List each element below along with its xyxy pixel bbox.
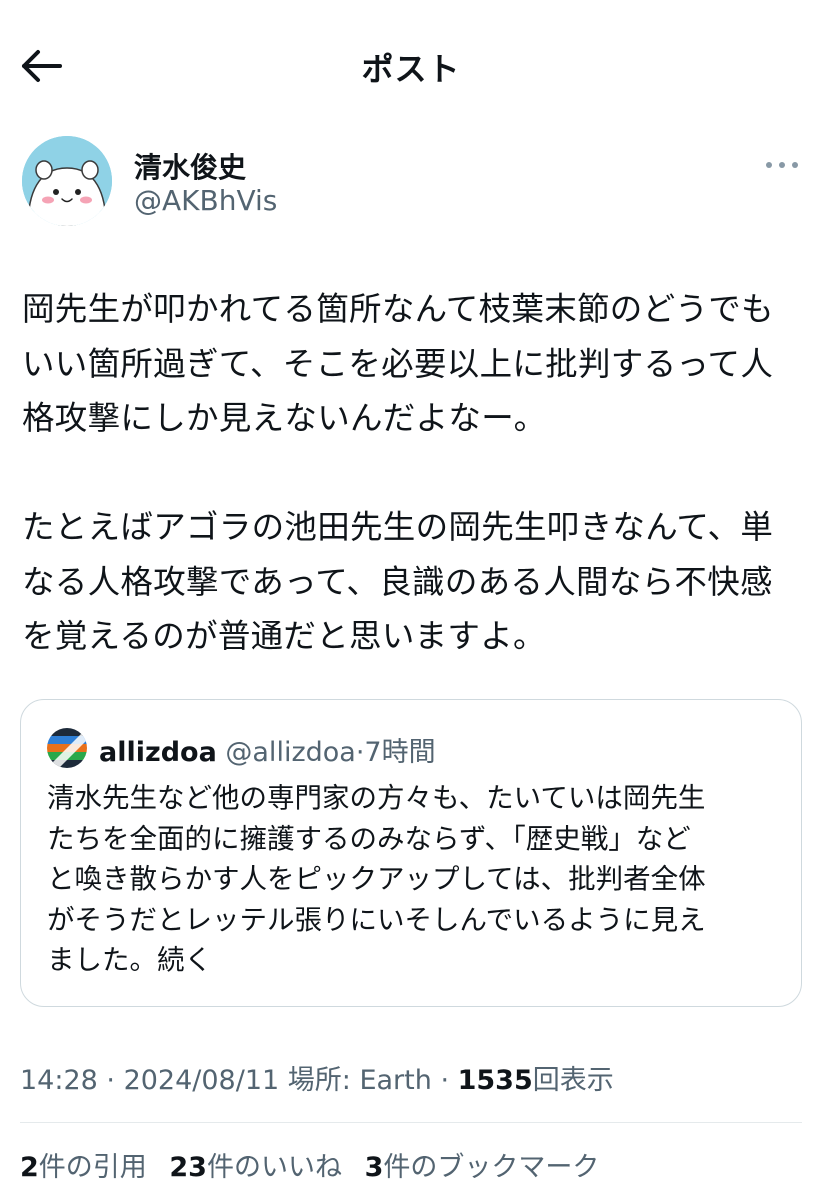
post-author: 清水俊史 @AKBhVis (22, 136, 802, 230)
quoted-post-text: 清水先生など他の専門家の方々も、たいていは岡先生 たちを全面的に擁護するのみなら… (47, 782, 706, 976)
more-horizontal-icon (766, 162, 798, 168)
quoted-author-handle[interactable]: @allizdoa (225, 737, 355, 768)
likes-stat[interactable]: 23件のいいね (169, 1152, 342, 1183)
post-meta: 14:28 · 2024/08/11 場所: Earth · 1535回表示 (20, 1058, 614, 1097)
divider (20, 1122, 802, 1123)
post-date[interactable]: 2024/08/11 (124, 1065, 280, 1096)
author-handle[interactable]: @AKBhVis (134, 184, 277, 217)
quotes-count: 2 (20, 1152, 39, 1183)
bookmarks-count: 3 (364, 1152, 384, 1183)
striped-avatar-icon[interactable] (47, 728, 87, 768)
more-button[interactable] (764, 156, 800, 174)
post-stats: 2件の引用 23件のいいね 3件のブックマーク (20, 1145, 613, 1184)
bookmarks-label: 件のブックマーク (383, 1152, 600, 1183)
page-title: ポスト (361, 50, 461, 88)
author-display-name[interactable]: 清水俊史 (134, 146, 246, 186)
quotes-stat[interactable]: 2件の引用 (20, 1152, 147, 1183)
likes-count: 23 (169, 1152, 207, 1183)
top-bar: ポスト (0, 0, 822, 130)
likes-label: 件のいいね (206, 1152, 342, 1183)
quoted-author-name[interactable]: allizdoa (99, 737, 217, 768)
meta-separator: · (97, 1065, 124, 1096)
chiikawa-avatar-icon[interactable] (22, 136, 112, 226)
post-location: 場所: Earth (279, 1065, 432, 1096)
post-time[interactable]: 14:28 (20, 1065, 98, 1096)
views-count: 1535 (457, 1065, 533, 1096)
quoted-post[interactable]: allizdoa @allizdoa·7時間 清水先生など他の専門家の方々も、た… (20, 699, 802, 1007)
meta-separator: · (431, 1065, 458, 1096)
quotes-label: 件の引用 (38, 1152, 147, 1183)
quoted-post-time: 7時間 (364, 737, 436, 768)
bookmarks-stat[interactable]: 3件のブックマーク (365, 1152, 600, 1183)
views-label: 回表示 (532, 1065, 614, 1096)
post-text: 岡先生が叩かれてる箇所なんて枝葉末節のどうでも いい箇所過ぎて、そこを必要以上に… (22, 290, 774, 655)
quoted-post-header: allizdoa @allizdoa·7時間 (99, 730, 436, 769)
